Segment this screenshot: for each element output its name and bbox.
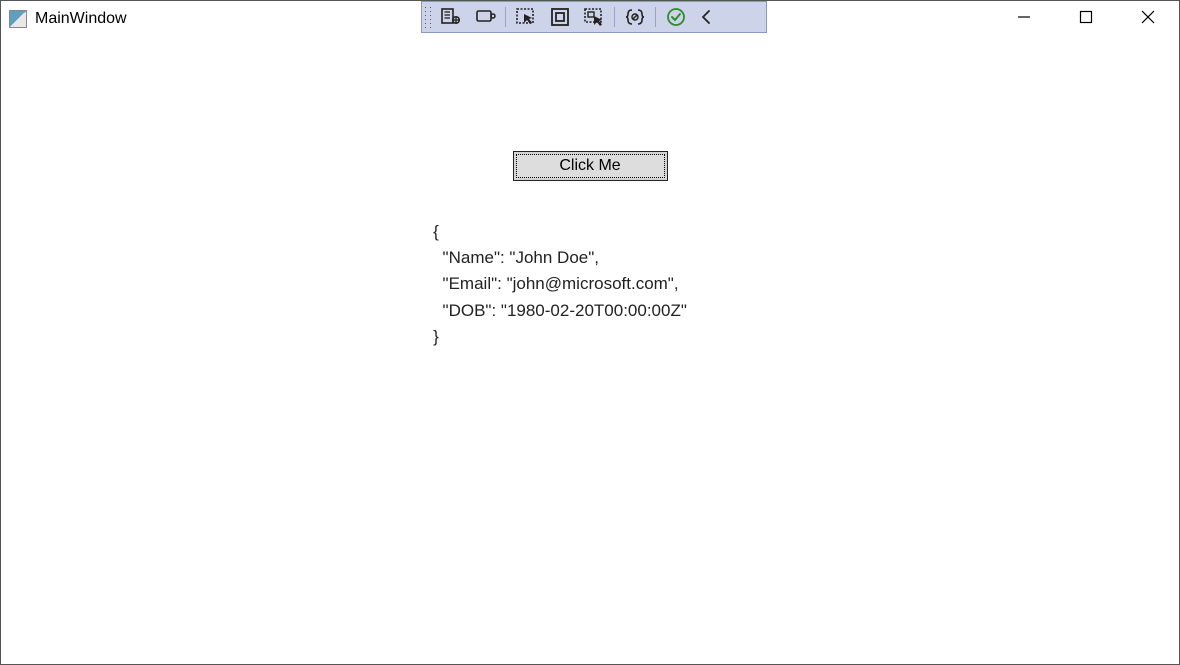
app-icon <box>9 10 27 28</box>
close-button[interactable] <box>1117 1 1179 33</box>
toolbar-separator <box>505 7 506 27</box>
hot-reload-button[interactable] <box>468 4 502 30</box>
xaml-binding-button[interactable] <box>618 4 652 30</box>
click-me-button[interactable]: Click Me <box>513 151 668 181</box>
check-button[interactable] <box>659 4 693 30</box>
inner-stack: Click Me { "Name": "John Doe", "Email": … <box>493 151 687 351</box>
titlebar: MainWindow <box>1 1 1179 37</box>
toolbar-separator <box>655 7 656 27</box>
live-visual-tree-button[interactable] <box>434 4 468 30</box>
toolbar-separator <box>614 7 615 27</box>
window-controls <box>993 1 1179 33</box>
main-window: MainWindow <box>0 0 1180 665</box>
json-output-text: { "Name": "John Doe", "Email": "john@mic… <box>433 219 687 351</box>
toolbar-grip-icon[interactable] <box>424 5 432 29</box>
track-focus-button[interactable] <box>577 4 611 30</box>
select-element-button[interactable] <box>509 4 543 30</box>
content-area: Click Me { "Name": "John Doe", "Email": … <box>1 37 1179 664</box>
minimize-button[interactable] <box>993 1 1055 33</box>
debug-toolbar <box>421 1 767 33</box>
collapse-button[interactable] <box>693 4 721 30</box>
maximize-button[interactable] <box>1055 1 1117 33</box>
window-title: MainWindow <box>35 10 127 28</box>
display-layout-button[interactable] <box>543 4 577 30</box>
